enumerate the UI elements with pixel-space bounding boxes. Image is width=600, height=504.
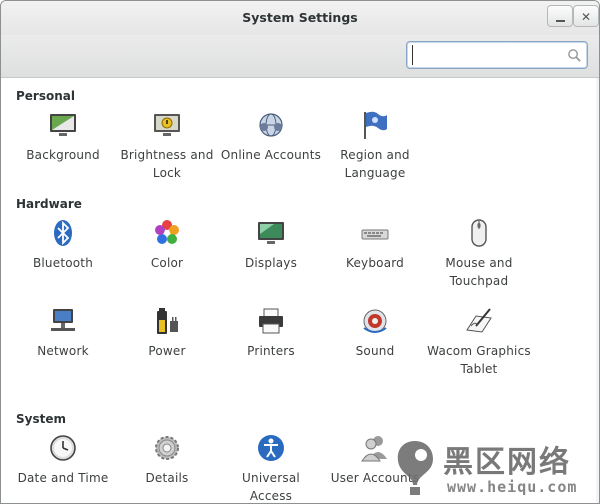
- watermark-text: 黑区网络: [443, 445, 571, 480]
- battery-icon: [157, 308, 178, 334]
- bluetooth-icon: [54, 220, 72, 246]
- section-title-hardware: Hardware: [16, 197, 82, 211]
- settings-item-label: Date and Time: [17, 471, 109, 485]
- settings-item-label: Network: [37, 344, 89, 358]
- online-accounts-icon: [259, 113, 283, 137]
- sound-icon: [363, 309, 387, 333]
- search-input[interactable]: [412, 45, 563, 65]
- settings-item-details[interactable]: Details: [115, 433, 219, 487]
- titlebar[interactable]: System Settings ✕: [1, 1, 599, 35]
- search-icon: [568, 49, 581, 62]
- settings-item-sound[interactable]: Sound: [323, 306, 427, 360]
- settings-item-printers[interactable]: Printers: [219, 306, 323, 360]
- keyboard-icon: [361, 229, 389, 240]
- settings-item-brightness-and-lock[interactable]: Brightness and Lock: [115, 110, 219, 182]
- settings-item-label: Wacom Graphics Tablet: [427, 344, 531, 376]
- printer-icon: [259, 308, 283, 334]
- brightness-lock-icon: [154, 114, 180, 136]
- minimize-icon: [556, 20, 565, 22]
- settings-item-label: Universal Access: [242, 471, 300, 503]
- settings-item-bluetooth[interactable]: Bluetooth: [11, 218, 115, 272]
- watermark: 黑区网络 www.heiqu.com: [393, 437, 599, 503]
- settings-item-online-accounts[interactable]: Online Accounts: [219, 110, 323, 164]
- search-box[interactable]: [406, 41, 588, 69]
- tablet-icon: [466, 308, 492, 333]
- settings-item-wacom-graphics-tablet[interactable]: Wacom Graphics Tablet: [427, 306, 531, 378]
- settings-item-region-and-language[interactable]: Region and Language: [323, 110, 427, 182]
- system-settings-window: System Settings ✕ Personal Background Br…: [0, 0, 600, 504]
- settings-item-power[interactable]: Power: [115, 306, 219, 360]
- section-title-system: System: [16, 412, 66, 426]
- settings-item-background[interactable]: Background: [11, 110, 115, 164]
- background-icon: [50, 114, 76, 136]
- settings-item-label: Mouse and Touchpad: [445, 256, 513, 288]
- network-icon: [51, 309, 75, 331]
- watermark-logo-icon: [397, 441, 433, 495]
- minimize-button[interactable]: [547, 5, 573, 27]
- settings-item-keyboard[interactable]: Keyboard: [323, 218, 427, 272]
- settings-item-network[interactable]: Network: [11, 306, 115, 360]
- settings-item-label: Displays: [244, 256, 298, 270]
- settings-item-label: Region and Language: [340, 148, 410, 180]
- settings-item-label: Details: [145, 471, 189, 485]
- settings-item-date-and-time[interactable]: Date and Time: [11, 433, 115, 487]
- settings-item-label: Bluetooth: [32, 256, 94, 270]
- users-icon: [361, 436, 387, 462]
- mouse-icon: [471, 219, 487, 247]
- settings-item-color[interactable]: Color: [115, 218, 219, 272]
- color-icon: [155, 220, 179, 244]
- flag-icon: [364, 111, 387, 139]
- section-title-personal: Personal: [16, 89, 75, 103]
- clock-icon: [50, 435, 76, 461]
- settings-item-label: Printers: [247, 344, 295, 358]
- settings-item-label: Sound: [355, 344, 395, 358]
- settings-item-label: Color: [150, 256, 184, 270]
- settings-item-label: Online Accounts: [220, 148, 322, 162]
- window-title: System Settings: [242, 10, 358, 25]
- settings-item-label: Keyboard: [345, 256, 404, 270]
- settings-item-label: Background: [26, 148, 100, 162]
- toolbar: [1, 35, 599, 78]
- close-icon: ✕: [580, 10, 592, 24]
- settings-item-displays[interactable]: Displays: [219, 218, 323, 272]
- settings-item-label: Power: [148, 344, 186, 358]
- watermark-url: www.heiqu.com: [447, 478, 578, 496]
- close-button[interactable]: ✕: [573, 5, 599, 27]
- settings-item-universal-access[interactable]: Universal Access: [219, 433, 323, 503]
- display-icon: [258, 222, 284, 244]
- accessibility-icon: [258, 435, 284, 461]
- gear-icon: [155, 436, 179, 460]
- settings-item-label: Brightness and Lock: [120, 148, 214, 180]
- settings-item-mouse-and-touchpad[interactable]: Mouse and Touchpad: [427, 218, 531, 290]
